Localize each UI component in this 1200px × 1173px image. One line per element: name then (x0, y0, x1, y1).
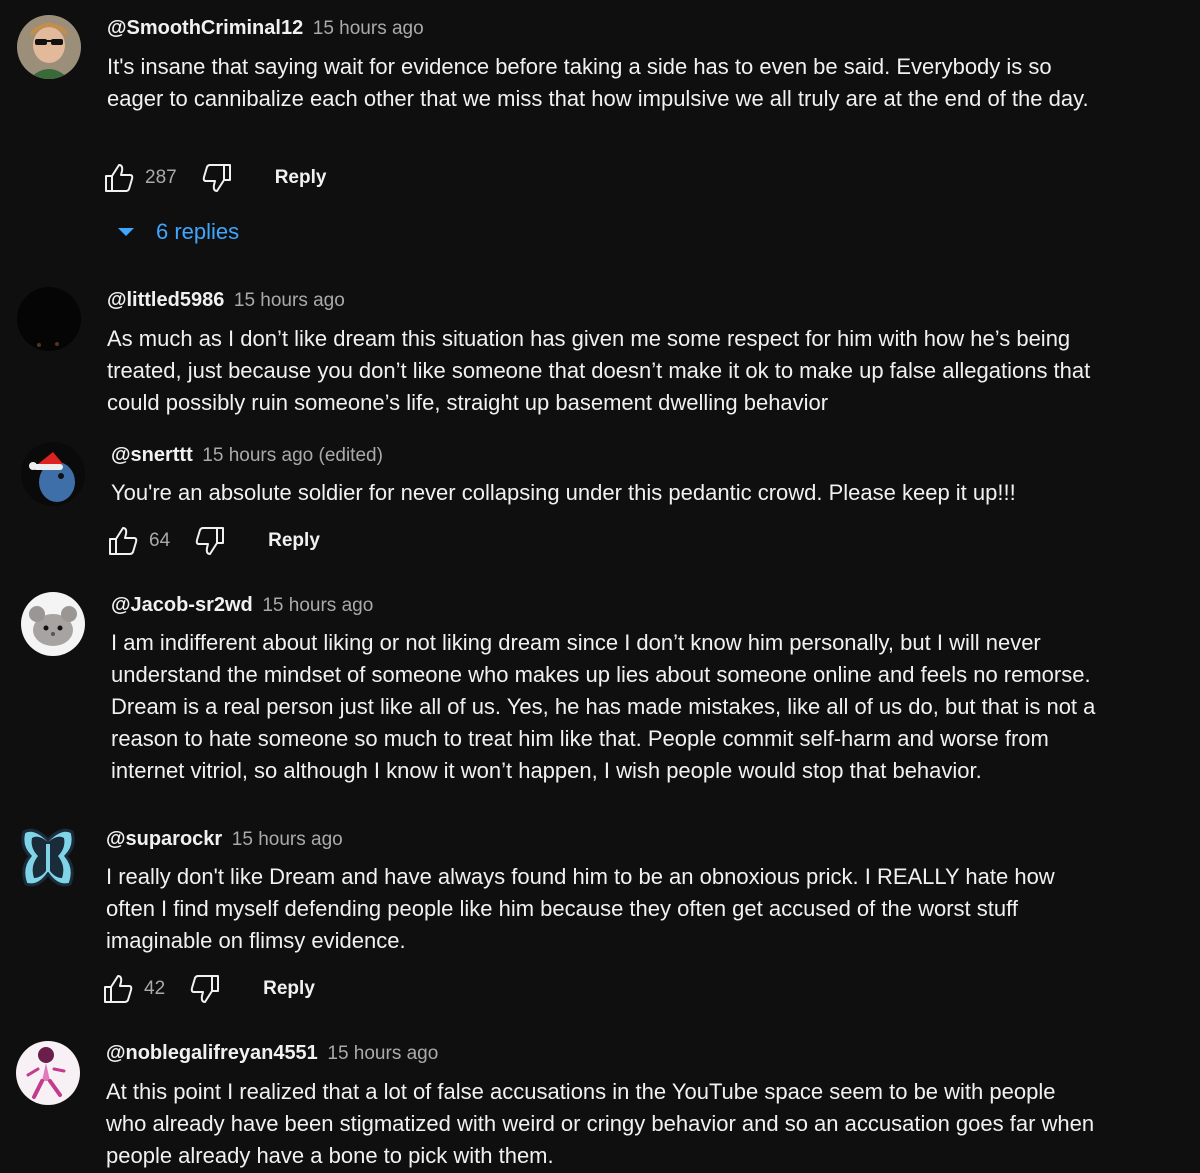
thumbs-up-icon (104, 975, 133, 1003)
like-button[interactable] (103, 162, 135, 194)
reply-button[interactable]: Reply (275, 167, 327, 189)
comment-author[interactable]: @littled5986 (107, 289, 224, 311)
comment-author[interactable]: @Jacob-sr2wd (111, 594, 253, 616)
comment-text: I am indifferent about liking or not lik… (111, 630, 1096, 783)
dislike-button[interactable] (201, 162, 233, 194)
dislike-button[interactable] (189, 973, 221, 1005)
comment-author[interactable]: @snerttt (111, 444, 193, 466)
thumbs-up-icon (109, 527, 138, 555)
reply-button[interactable]: Reply (268, 530, 320, 552)
view-replies-button[interactable]: 6 replies (118, 219, 239, 245)
like-count: 64 (149, 530, 171, 551)
reply-button[interactable]: Reply (263, 978, 315, 1000)
thumbs-up-icon (105, 164, 134, 192)
caret-down-icon (118, 228, 134, 236)
avatar[interactable] (16, 826, 80, 890)
avatar[interactable] (16, 1041, 80, 1105)
avatar-dark-icon (17, 287, 81, 351)
comment-text: I really don't like Dream and have alway… (106, 864, 1055, 953)
comment-actions: 42 Reply (102, 971, 315, 1007)
thumbs-down-icon (202, 164, 231, 192)
avatar[interactable] (21, 442, 85, 506)
avatar-blue-bird-santa-hat-icon (21, 442, 85, 506)
comment-header: @SmoothCriminal12 15 hours ago (107, 17, 424, 40)
comment-author[interactable]: @SmoothCriminal12 (107, 17, 303, 39)
avatar-chinchilla-icon (21, 592, 85, 656)
comment-actions: 64 Reply (107, 523, 320, 559)
comment-text: As much as I don’t like dream this situa… (107, 326, 1091, 415)
comment-time[interactable]: 15 hours ago (edited) (202, 445, 383, 466)
comment-author[interactable]: @suparockr (106, 828, 222, 850)
comment-header: @noblegalifreyan4551 15 hours ago (106, 1042, 438, 1065)
comment-text: It's insane that saying wait for evidenc… (107, 54, 1089, 111)
avatar[interactable] (17, 287, 81, 351)
replies-label: 6 replies (156, 219, 240, 244)
comment-header: @snerttt 15 hours ago (edited) (111, 444, 383, 467)
comment-header: @littled5986 15 hours ago (107, 289, 345, 312)
comment-text: You're an absolute soldier for never col… (111, 480, 1016, 505)
avatar[interactable] (21, 592, 85, 656)
avatar-butterfly-icon (16, 826, 80, 890)
dislike-button[interactable] (194, 525, 226, 557)
like-count: 287 (145, 167, 177, 188)
comment-text: At this point I realized that a lot of f… (106, 1079, 1095, 1168)
comment-header: @Jacob-sr2wd 15 hours ago (111, 594, 373, 617)
like-count: 42 (144, 978, 166, 999)
avatar-sunglasses-man-icon (17, 15, 81, 79)
comment-time[interactable]: 15 hours ago (234, 290, 345, 311)
comment-actions: 287 Reply (103, 160, 326, 196)
thumbs-down-icon (195, 527, 225, 555)
comment-author[interactable]: @noblegalifreyan4551 (106, 1042, 318, 1064)
like-button[interactable] (107, 525, 139, 557)
thumbs-down-icon (190, 975, 220, 1003)
comment-time[interactable]: 15 hours ago (313, 18, 424, 39)
comment-time[interactable]: 15 hours ago (232, 829, 343, 850)
comment-time[interactable]: 15 hours ago (262, 595, 373, 616)
avatar[interactable] (17, 15, 81, 79)
comment-header: @suparockr 15 hours ago (106, 828, 343, 851)
like-button[interactable] (102, 973, 134, 1005)
comment-time[interactable]: 15 hours ago (327, 1043, 438, 1064)
avatar-pink-character-icon (16, 1041, 80, 1105)
